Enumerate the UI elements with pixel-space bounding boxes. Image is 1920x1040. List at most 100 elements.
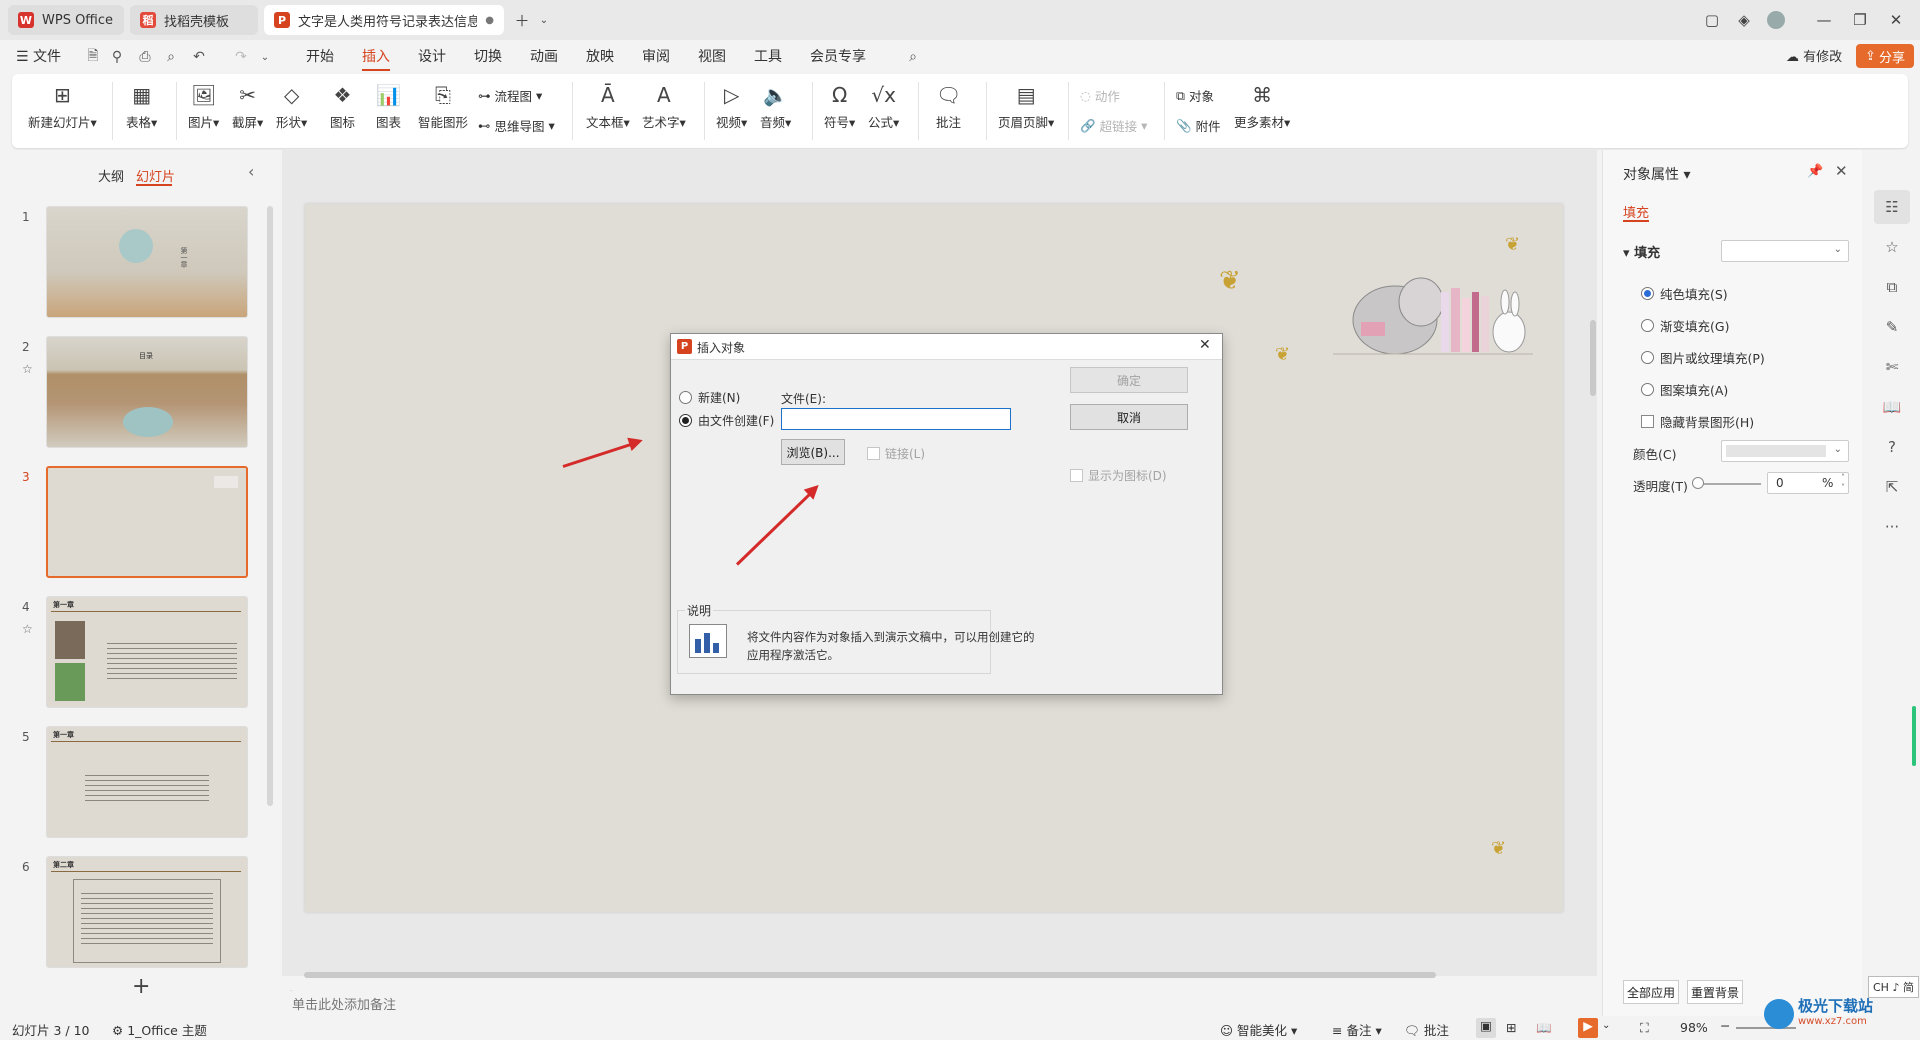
book-icon[interactable]: 📖 [1882,397,1902,417]
print-preview-icon[interactable]: ⌕ [162,48,180,66]
zoom-level[interactable]: 98% [1680,1020,1708,1035]
table-button[interactable]: ▦ 表格▾ [126,83,157,131]
screenshot-button[interactable]: ✂ 截屏▾ [232,83,263,131]
mindmap-button[interactable]: ⊷ 思维导图 ▾ [478,116,555,135]
smart-beautify-button[interactable]: ☺ 智能美化 ▾ [1220,1020,1297,1039]
tools-icon[interactable]: ✄ [1882,357,1902,377]
theme-button[interactable]: ⚙ 1_Office 主题 [112,1020,207,1039]
avatar[interactable] [1764,8,1788,32]
star-icon[interactable]: ☆ [22,362,33,376]
canvas-horizontal-scrollbar[interactable] [304,972,1436,978]
canvas-vertical-scrollbar[interactable] [1590,320,1596,396]
thumb-scrollbar[interactable] [267,206,273,806]
tab-transition[interactable]: 切换 [474,46,502,66]
slide-thumb-3[interactable] [46,466,248,578]
icon-button[interactable]: ❖ 图标 [330,83,355,131]
color-picker-dropdown[interactable]: ⌄ [1721,440,1849,462]
tab-member[interactable]: 会员专享 [810,46,866,66]
normal-view-icon[interactable]: ▣ [1476,1018,1496,1038]
sorter-view-icon[interactable]: ⊞ [1506,1020,1516,1035]
slide-thumb-1[interactable]: 第一章 [46,206,248,318]
tab-design[interactable]: 设计 [418,46,446,66]
reset-background-button[interactable]: 重置背景 [1687,980,1743,1004]
tab-template[interactable]: 稻 找稻壳模板 [130,5,258,35]
pattern-fill-radio[interactable]: 图案填充(A) [1641,380,1728,399]
tab-document[interactable]: P 文字是人类用符号记录表达信息以 ● [264,5,504,35]
dialog-close-icon[interactable]: ✕ [1199,337,1211,353]
formula-button[interactable]: √x 公式▾ [868,83,899,131]
new-slide-button[interactable]: ⊞ 新建幻灯片▾ [28,83,97,131]
more-material-button[interactable]: ⌘ 更多素材▾ [1234,83,1290,131]
tab-slideshow[interactable]: 放映 [586,46,614,66]
search-icon[interactable]: ⌕ [904,48,922,66]
tab-view[interactable]: 视图 [698,46,726,66]
tab-tools[interactable]: 工具 [754,46,782,66]
outline-tab[interactable]: 大纲 [98,166,124,185]
beautify-icon[interactable]: ✎ [1882,317,1902,337]
spinner-arrows-icon[interactable]: ˄ ˅ [1841,473,1845,493]
flowchart-button[interactable]: ⊶ 流程图 ▾ [478,86,542,105]
transparency-slider-track[interactable] [1695,483,1761,485]
fit-window-icon[interactable]: ⛶ [1640,1020,1649,1036]
fill-type-dropdown[interactable]: ⌄ [1721,240,1849,262]
collapse-panel-icon[interactable]: ‹ [248,162,254,181]
wordart-button[interactable]: A 艺术字▾ [642,83,686,131]
tab-insert[interactable]: 插入 [362,46,390,66]
find-icon[interactable]: ⚲ [108,48,126,66]
ok-button[interactable]: 确定 [1070,367,1188,393]
solid-fill-radio[interactable]: 纯色填充(S) [1641,284,1728,303]
cube-icon[interactable]: ◈ [1732,8,1756,32]
browse-button[interactable]: 浏览(B)... [781,439,845,465]
share-rail-icon[interactable]: ⇱ [1882,477,1902,497]
animation-star-icon[interactable]: ☆ [1882,237,1902,257]
save-icon[interactable]: 🗎 [84,48,102,66]
chart-button[interactable]: 📊 图表 [376,83,401,131]
properties-icon[interactable]: ☷ [1882,197,1902,217]
hyperlink-button[interactable]: 🔗 超链接 ▾ [1080,116,1147,135]
has-changes-button[interactable]: ☁ 有修改 [1786,46,1842,65]
file-menu[interactable]: ☰ 文件 [16,46,61,66]
tab-list-chevron-icon[interactable]: ⌄ [532,8,556,32]
slideshow-chevron-icon[interactable]: ⌄ [1602,1020,1610,1031]
picture-button[interactable]: 🖼 图片▾ [188,83,219,131]
reading-view-icon[interactable]: 📖 [1536,1020,1552,1036]
play-slideshow-icon[interactable]: ▶ [1578,1018,1598,1038]
tab-wps-office[interactable]: W WPS Office [8,5,124,35]
panel-title[interactable]: 对象属性 ▾ [1623,164,1690,184]
layout-icon[interactable]: ▢ [1700,8,1724,32]
panel-close-icon[interactable]: ✕ [1835,162,1848,180]
audio-button[interactable]: 🔈 音频▾ [760,83,791,131]
cancel-button[interactable]: 取消 [1070,404,1188,430]
shape-button[interactable]: ◇ 形状▾ [276,83,307,131]
slide-thumb-4[interactable]: 第一章 [46,596,248,708]
tab-start[interactable]: 开始 [306,46,334,66]
slide-thumb-6[interactable]: 第二章 [46,856,248,968]
symbol-button[interactable]: Ω 符号▾ [824,83,855,131]
slides-tab[interactable]: 幻灯片 [136,166,175,185]
header-footer-button[interactable]: ▤ 页眉页脚▾ [998,83,1054,131]
transparency-slider-handle[interactable] [1692,477,1704,489]
pin-icon[interactable]: 📌 [1807,164,1823,179]
video-button[interactable]: ▷ 视频▾ [716,83,747,131]
new-radio[interactable]: 新建(N) [679,389,740,406]
copy-icon[interactable]: ⧉ [1882,277,1902,297]
close-icon[interactable]: ✕ [1884,8,1908,32]
zoom-out-icon[interactable]: − [1720,1018,1730,1033]
tab-fill[interactable]: 填充 [1623,202,1649,221]
help-icon[interactable]: ? [1882,437,1902,457]
comment-button[interactable]: 🗨 批注 [936,83,961,131]
restore-icon[interactable]: ❐ [1848,8,1872,32]
notes-button[interactable]: ≡ 备注 ▾ [1332,1020,1382,1039]
gradient-fill-radio[interactable]: 渐变填充(G) [1641,316,1729,335]
more-icon[interactable]: ··· [1882,517,1902,537]
print-icon[interactable]: ⎙ [136,48,154,66]
minimize-icon[interactable]: — [1812,8,1836,32]
file-path-input[interactable] [781,408,1011,430]
customize-chevron-icon[interactable]: ⌄ [256,48,274,66]
tab-animation[interactable]: 动画 [530,46,558,66]
picture-texture-fill-radio[interactable]: 图片或纹理填充(P) [1641,348,1765,367]
apply-all-button[interactable]: 全部应用 [1623,980,1679,1004]
new-tab-icon[interactable]: ＋ [510,8,534,32]
transparency-spinner[interactable]: 0 % ˄ ˅ [1767,472,1849,494]
notes-area[interactable]: 单击此处添加备注 [292,990,1592,1016]
